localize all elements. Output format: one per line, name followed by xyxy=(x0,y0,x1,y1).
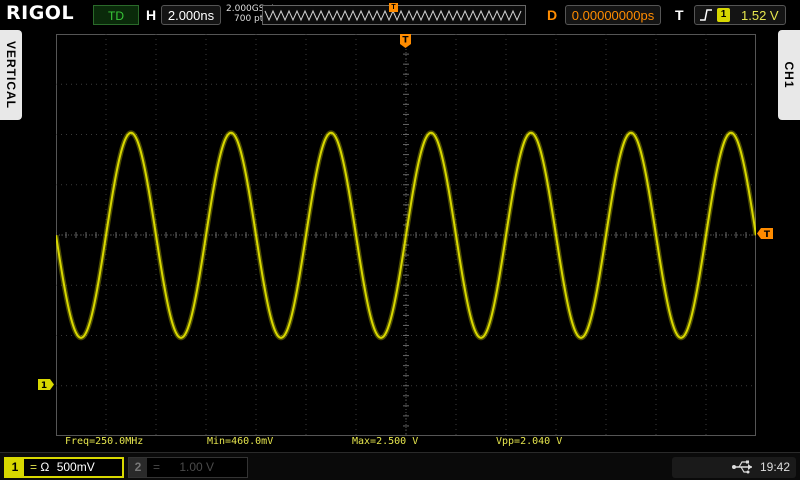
measurement-min: Min=460.0mV xyxy=(207,436,274,447)
channel-status-bar: 1 = Ω 500mV 2 = 1.00 V 19:42 xyxy=(0,452,800,480)
ch1-settings: = Ω 500mV xyxy=(30,460,95,474)
run-status-indicator[interactable]: TD xyxy=(93,5,139,25)
ch1-offset-label: 1 xyxy=(41,381,47,390)
memory-overview-bar: T xyxy=(262,3,526,25)
trigger-settings[interactable]: 1 1.52 V xyxy=(694,5,786,25)
delay-value[interactable]: 0.00000000ps xyxy=(565,5,661,25)
measurement-vpp: Vpp=2.040 V xyxy=(496,436,563,447)
trigger-level-marker[interactable]: T xyxy=(757,228,773,239)
vertical-menu-tab[interactable]: VERTICAL xyxy=(0,30,22,120)
vertical-menu-label: VERTICAL xyxy=(4,41,18,109)
ch1-menu-tab[interactable]: CH1 xyxy=(778,30,800,120)
measurement-max: Max=2.500 V xyxy=(352,436,419,447)
ch1-scale: 500mV xyxy=(56,460,95,474)
oscilloscope-screen: RIGOL TD H 2.000ns 2.000GSa/s 700 pts T … xyxy=(0,0,800,480)
ch2-status-tab[interactable]: 2 = 1.00 V xyxy=(128,457,248,478)
trigger-source-badge: 1 xyxy=(717,8,730,22)
ch2-settings: = 1.00 V xyxy=(153,460,214,474)
rising-edge-icon xyxy=(700,9,712,21)
clock: 19:42 xyxy=(760,460,791,474)
trigger-label: T xyxy=(675,7,684,23)
trigger-position-marker[interactable]: T xyxy=(400,34,411,48)
ch1-number: 1 xyxy=(6,459,24,476)
top-status-bar: RIGOL TD H 2.000ns 2.000GSa/s 700 pts T … xyxy=(0,0,800,30)
ch2-number: 2 xyxy=(129,458,147,477)
waveform-display xyxy=(56,34,756,436)
trigger-level-label: T xyxy=(764,230,771,239)
system-status-panel: 19:42 xyxy=(672,457,796,478)
brand-logo: RIGOL xyxy=(6,2,75,24)
ch1-offset-marker[interactable]: 1 xyxy=(38,379,54,390)
delay-label: D xyxy=(547,7,558,23)
impedance-icon: Ω xyxy=(40,460,50,474)
ch2-coupling-icon: = xyxy=(153,460,161,474)
dc-coupling-icon: = xyxy=(30,460,38,474)
ch2-scale: 1.00 V xyxy=(179,460,215,474)
usb-icon xyxy=(732,460,752,474)
timebase-value[interactable]: 2.000ns xyxy=(161,5,221,25)
overview-trigger-marker: T xyxy=(389,3,398,12)
trigger-level: 1.52 V xyxy=(741,8,779,23)
trigger-position-label: T xyxy=(402,36,409,46)
horizontal-label: H xyxy=(146,7,157,23)
ch1-menu-label: CH1 xyxy=(782,61,796,89)
measurement-freq: Freq=250.0MHz xyxy=(65,436,144,447)
ch1-status-tab[interactable]: 1 = Ω 500mV xyxy=(4,457,124,478)
